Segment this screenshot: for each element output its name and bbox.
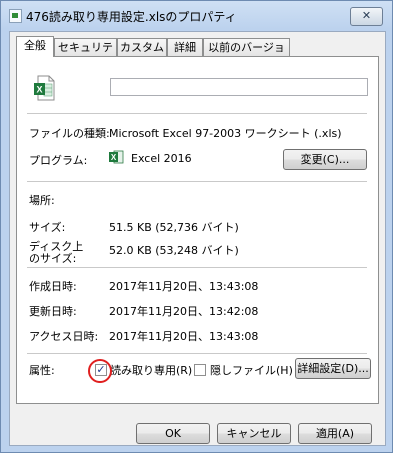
- advanced-attributes-button[interactable]: 詳細設定(D)...: [295, 358, 371, 379]
- window-title: 476読み取り専用設定.xlsのプロパティ: [26, 10, 237, 24]
- divider: [27, 181, 367, 182]
- highlight-circle: [88, 359, 112, 383]
- disk-size-value: 52.0 KB (53,248 バイト): [109, 244, 239, 257]
- tab-security[interactable]: セキュリティ: [54, 38, 117, 72]
- accessed-label: アクセス日時:: [29, 330, 99, 343]
- tab-previous-versions[interactable]: 以前のバージョン: [203, 38, 290, 72]
- modified-value: 2017年11月20日、13:42:08: [109, 305, 259, 318]
- created-value: 2017年11月20日、13:43:08: [109, 280, 259, 293]
- change-program-button[interactable]: 変更(C)...: [283, 149, 367, 170]
- file-type-value: Microsoft Excel 97-2003 ワークシート (.xls): [109, 127, 342, 140]
- svg-text:X: X: [111, 153, 117, 162]
- attributes-label: 属性:: [29, 364, 55, 377]
- properties-dialog: 476読み取り専用設定.xlsのプロパティ ✕ 全般 セキュリティ カスタム 詳…: [0, 0, 393, 453]
- dialog-body: 全般 セキュリティ カスタム 詳細 以前のバージョン X ファイルの種類: Mi…: [9, 31, 386, 446]
- readonly-label[interactable]: 読み取り専用(R): [110, 362, 192, 378]
- divider: [27, 353, 367, 354]
- program-label: プログラム:: [29, 154, 88, 167]
- modified-label: 更新日時:: [29, 305, 77, 318]
- excel-icon: X: [109, 150, 124, 164]
- svg-text:X: X: [36, 85, 42, 95]
- accessed-value: 2017年11月20日、13:43:08: [109, 330, 259, 343]
- size-label: サイズ:: [29, 221, 66, 234]
- ok-button[interactable]: OK: [136, 423, 210, 444]
- divider: [27, 113, 367, 114]
- file-type-label: ファイルの種類:: [29, 127, 110, 140]
- location-label: 場所:: [29, 194, 55, 207]
- program-value: Excel 2016: [131, 152, 192, 165]
- close-button[interactable]: ✕: [350, 7, 383, 26]
- apply-button[interactable]: 適用(A): [298, 423, 372, 444]
- excel-file-icon: X: [34, 75, 55, 101]
- disk-size-label-line2: のサイズ:: [29, 252, 77, 265]
- size-value: 51.5 KB (52,736 バイト): [109, 221, 239, 234]
- hidden-checkbox[interactable]: [194, 364, 206, 376]
- general-panel: X ファイルの種類: Microsoft Excel 97-2003 ワークシー…: [16, 56, 379, 404]
- tab-custom[interactable]: カスタム: [117, 38, 167, 56]
- tab-details[interactable]: 詳細: [167, 38, 203, 56]
- divider: [27, 267, 367, 268]
- cancel-button[interactable]: キャンセル: [217, 423, 291, 444]
- file-name-input[interactable]: [110, 78, 368, 96]
- created-label: 作成日時:: [29, 280, 77, 293]
- title-bar[interactable]: 476読み取り専用設定.xlsのプロパティ ✕: [1, 1, 392, 29]
- tab-general[interactable]: 全般: [16, 36, 54, 57]
- hidden-label[interactable]: 隠しファイル(H): [210, 362, 293, 378]
- file-icon: [9, 9, 22, 23]
